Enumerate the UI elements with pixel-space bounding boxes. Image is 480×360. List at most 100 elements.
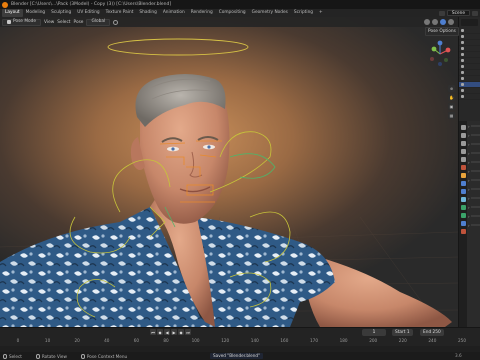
pivot-icon[interactable]: [113, 19, 119, 25]
workspace-tab-rendering[interactable]: Rendering: [188, 9, 216, 17]
properties-tabs: [459, 121, 467, 327]
material-tab-icon[interactable]: [460, 229, 466, 234]
timeline-editor[interactable]: ⏮ ◆ ◀ ▶ ◆ ⏭ 1 Start 1 End 250 0 10 20 40 60 8…: [0, 327, 480, 352]
grid-icon[interactable]: ▦: [448, 112, 455, 119]
x-axis-icon: [445, 47, 451, 53]
view-layer-tab-icon[interactable]: [460, 149, 466, 154]
window-title: Blender [C:\Users\...\Pack (3Model) - Co…: [11, 2, 172, 7]
bone-constraint-tab-icon[interactable]: [460, 221, 466, 226]
add-workspace-button[interactable]: +: [316, 9, 326, 17]
view-layer-icon[interactable]: [472, 10, 478, 16]
properties-section[interactable]: ›: [468, 213, 480, 219]
mode-selector[interactable]: Pose Mode: [2, 18, 42, 26]
properties-section[interactable]: ›: [468, 168, 480, 174]
modifier-tab-icon[interactable]: [460, 181, 466, 186]
workspace-tab-texture-paint[interactable]: Texture Paint: [103, 9, 137, 17]
pose-options-dropdown[interactable]: Pose Options: [425, 27, 459, 36]
outliner-panel[interactable]: [458, 17, 480, 121]
section-header-bar: [470, 134, 480, 136]
pose-mode-icon: [7, 20, 11, 24]
scene-tab-icon[interactable]: [460, 157, 466, 162]
properties-section[interactable]: ›: [468, 132, 480, 138]
scene-name-field[interactable]: Scene: [446, 10, 470, 16]
object-tab-icon[interactable]: [460, 173, 466, 178]
properties-section[interactable]: ›: [468, 222, 480, 228]
jump-end-icon[interactable]: ⏭: [185, 329, 191, 335]
3d-viewport[interactable]: [0, 17, 458, 327]
head-control-circle[interactable]: [107, 38, 249, 56]
current-frame-field[interactable]: 1: [362, 329, 386, 336]
transform-orientation-dropdown[interactable]: Global: [86, 18, 111, 26]
window-titlebar: Blender [C:\Users\...\Pack (3Model) - Co…: [0, 0, 480, 9]
properties-section[interactable]: ›: [468, 150, 480, 156]
material-shading-icon[interactable]: [440, 19, 446, 25]
properties-section[interactable]: ›: [468, 195, 480, 201]
properties-section[interactable]: ›: [468, 141, 480, 147]
play-reverse-icon[interactable]: ◀: [164, 329, 170, 335]
world-tab-icon[interactable]: [460, 165, 466, 170]
workspace-tab-animation[interactable]: Animation: [160, 9, 188, 17]
chevron-right-icon: ›: [468, 150, 470, 156]
view-menu[interactable]: View: [44, 20, 54, 25]
workspace-tab-modeling[interactable]: Modeling: [23, 9, 49, 17]
version-label: 3.6: [455, 353, 462, 358]
outliner-search-input[interactable]: [461, 19, 478, 26]
workspace-tab-layout[interactable]: Layout: [2, 9, 23, 17]
properties-section[interactable]: ›: [468, 204, 480, 210]
data-tab-icon[interactable]: [460, 205, 466, 210]
prev-key-icon[interactable]: ◆: [157, 329, 163, 335]
play-icon[interactable]: ▶: [171, 329, 177, 335]
rendered-shading-icon[interactable]: [448, 19, 454, 25]
jump-start-icon[interactable]: ⏮: [150, 329, 156, 335]
end-frame-field[interactable]: End 250: [420, 329, 444, 336]
workspace-tab-sculpting[interactable]: Sculpting: [48, 9, 74, 17]
pan-icon[interactable]: ✋: [448, 94, 455, 101]
shading-toggles: [424, 19, 458, 25]
outliner-row[interactable]: [459, 94, 480, 100]
select-menu[interactable]: Select: [57, 20, 70, 25]
section-header-bar: [470, 197, 480, 199]
properties-body: › › › › › › › › › › › ›: [468, 123, 480, 231]
section-header-bar: [470, 143, 480, 145]
viewport-scene: [0, 38, 458, 327]
workspace-tab-geometry-nodes[interactable]: Geometry Nodes: [249, 9, 291, 17]
timeline-tick-label: 80: [163, 338, 169, 343]
properties-section[interactable]: ›: [468, 186, 480, 192]
next-key-icon[interactable]: ◆: [178, 329, 184, 335]
mouse-middle-icon: [35, 353, 40, 359]
save-notice: Saved "Blender.blend": [210, 353, 263, 359]
mouse-left-icon: [3, 353, 7, 359]
start-frame-field[interactable]: Start 1: [392, 329, 413, 336]
section-header-bar: [470, 125, 480, 127]
properties-section[interactable]: ›: [468, 123, 480, 129]
properties-section[interactable]: ›: [468, 159, 480, 165]
section-header-bar: [470, 152, 480, 154]
timeline-tick-label: 0: [16, 338, 20, 343]
bone-tab-icon[interactable]: [460, 213, 466, 218]
solid-shading-icon[interactable]: [432, 19, 438, 25]
zoom-icon[interactable]: ⊕: [448, 85, 455, 92]
tool-tab-icon[interactable]: [460, 125, 466, 130]
workspace-tab-shading[interactable]: Shading: [136, 9, 159, 17]
camera-icon[interactable]: ▣: [448, 103, 455, 110]
playback-controls: ⏮ ◆ ◀ ▶ ◆ ⏭: [150, 329, 191, 335]
constraint-tab-icon[interactable]: [460, 197, 466, 202]
timeline-tick-label: 20: [74, 338, 80, 343]
wireframe-shading-icon[interactable]: [424, 19, 430, 25]
properties-section[interactable]: ›: [468, 177, 480, 183]
timeline-ruler[interactable]: 0 10 20 40 60 80 100 120 140 160 170 180 200 220 240 25…: [0, 338, 480, 346]
physics-tab-icon[interactable]: [460, 189, 466, 194]
timeline-controls: ⏮ ◆ ◀ ▶ ◆ ⏭ 1 Start 1 End 250: [0, 328, 480, 337]
pose-menu[interactable]: Pose: [74, 20, 84, 25]
section-header-bar: [470, 206, 480, 208]
workspace-tab-scripting[interactable]: Scripting: [291, 9, 316, 17]
workspace-tab-uv-editing[interactable]: UV Editing: [74, 9, 102, 17]
output-tab-icon[interactable]: [460, 141, 466, 146]
timeline-tick-label: 170: [310, 338, 318, 343]
chevron-right-icon: ›: [468, 123, 470, 129]
properties-panel[interactable]: › › › › › › › › › › › ›: [458, 121, 480, 327]
navigation-gizmo[interactable]: [428, 40, 452, 68]
blender-logo-icon: [2, 1, 8, 8]
render-tab-icon[interactable]: [460, 133, 466, 138]
workspace-tab-compositing[interactable]: Compositing: [216, 9, 249, 17]
